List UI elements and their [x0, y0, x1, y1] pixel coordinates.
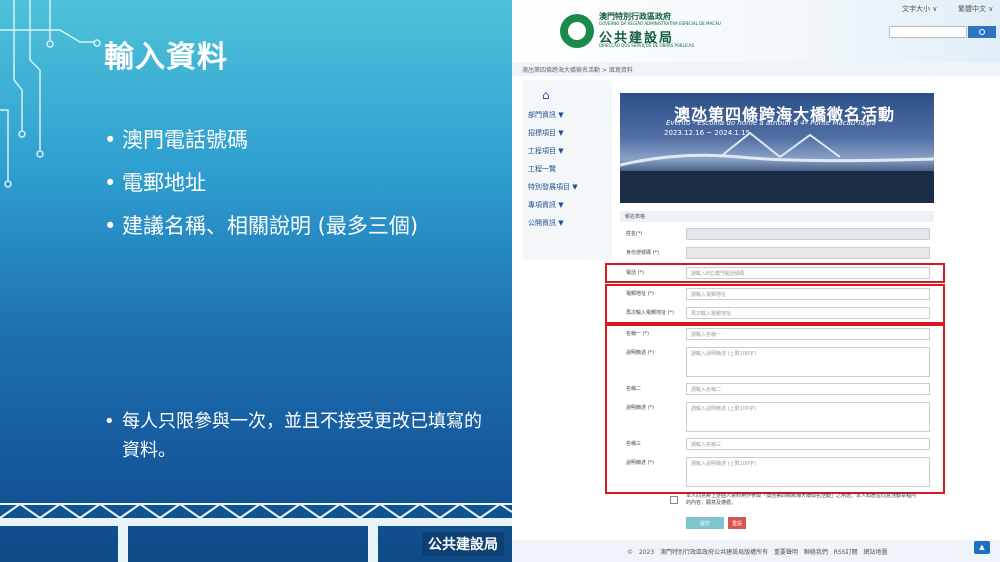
nav-special-info[interactable]: 專項資訊 ▼ [528, 200, 564, 210]
id-label: 身份證號碼 (*) [626, 250, 659, 256]
submit-button[interactable]: 提交 [686, 517, 724, 529]
breadcrumb: 澳氹第四條跨海大橋徵名活動 > 填寫資料 [512, 62, 1000, 76]
id-field [686, 247, 930, 259]
agree-checkbox[interactable] [670, 496, 678, 504]
home-icon[interactable]: ⌂ [542, 88, 550, 102]
site-footer: © 2023 澳門特別行政區政府公共建設局版權所有 重要聲明 聯絡我們 RSS訂… [512, 540, 1000, 562]
side-navigation: ⌂ 部門資訊 ▼ 招標項目 ▼ 工程項目 ▼ 工程一覽 特別發展項目 ▼ 專項資… [522, 80, 612, 260]
reset-button[interactable]: 重設 [728, 517, 746, 529]
nav-project-list[interactable]: 工程一覽 [528, 164, 556, 174]
nav-dept-info[interactable]: 部門資訊 ▼ [528, 110, 564, 120]
site-header: 澳門特別行政區政府 GOVERNO DA REGIÃO ADMINISTRATI… [512, 0, 1000, 62]
nav-special-projects[interactable]: 特別發展項目 ▼ [528, 182, 578, 192]
bullet-email: 電郵地址 [104, 173, 418, 195]
name-label: 姓名(*) [626, 231, 643, 237]
website-screenshot: 澳門特別行政區政府 GOVERNO DA REGIÃO ADMINISTRATI… [512, 0, 1000, 562]
bullet-names: 建議名稱、相關說明 (最多三個) [104, 216, 418, 238]
dept-name-pt: DIRECÇÃO DOS SERVIÇOS DE OBRAS PÚBLICAS [599, 43, 695, 48]
name-field [686, 228, 930, 240]
slide-title: 輸入資料 [104, 40, 228, 75]
form-header: 報名表格 [620, 211, 934, 222]
macau-emblem-icon[interactable] [560, 14, 594, 48]
highlight-names [605, 324, 945, 494]
banner-dates: 2023.12.16 ~ 2024.1.15 [664, 129, 751, 137]
circuit-decoration [0, 0, 101, 188]
search-button[interactable] [968, 26, 996, 38]
slide-bullet-list: 澳門電話號碼 電郵地址 建議名稱、相關說明 (最多三個) [104, 130, 418, 259]
banner-subtitle: Evento - Escolha do nome a atribuir à 4ª… [666, 119, 876, 127]
back-to-top-icon[interactable]: ▲ [974, 541, 990, 554]
text-size-menu[interactable]: 文字大小 ∨ [902, 4, 937, 14]
agree-text: 本人同意將上述個人資料用作參與「澳氹第四條跨海大橋徵名活動」之用途。本人知悉並同… [686, 493, 917, 506]
event-banner: 澳氹第四條跨海大橋徵名活動 Evento - Escolha do nome a… [620, 93, 934, 203]
bullet-phone: 澳門電話號碼 [104, 130, 418, 152]
slide-footer-dept: 公共建設局 [422, 532, 504, 556]
nav-projects[interactable]: 工程項目 ▼ [528, 146, 564, 156]
highlight-email [605, 284, 945, 324]
gov-name-pt: GOVERNO DA REGIÃO ADMINISTRATIVA ESPECIA… [599, 21, 721, 26]
nav-public-info[interactable]: 公開資訊 ▼ [528, 218, 564, 228]
search-input[interactable] [889, 26, 967, 38]
nav-tender[interactable]: 招標項目 ▼ [528, 128, 564, 138]
highlight-phone [605, 263, 945, 283]
presentation-slide: 輸入資料 澳門電話號碼 電郵地址 建議名稱、相關說明 (最多三個) 每人只限參與… [0, 0, 512, 562]
language-menu[interactable]: 繁體中文 ∨ [958, 4, 993, 14]
slide-note: 每人只限參與一次，並且不接受更改已填寫的資料。 [104, 408, 494, 466]
